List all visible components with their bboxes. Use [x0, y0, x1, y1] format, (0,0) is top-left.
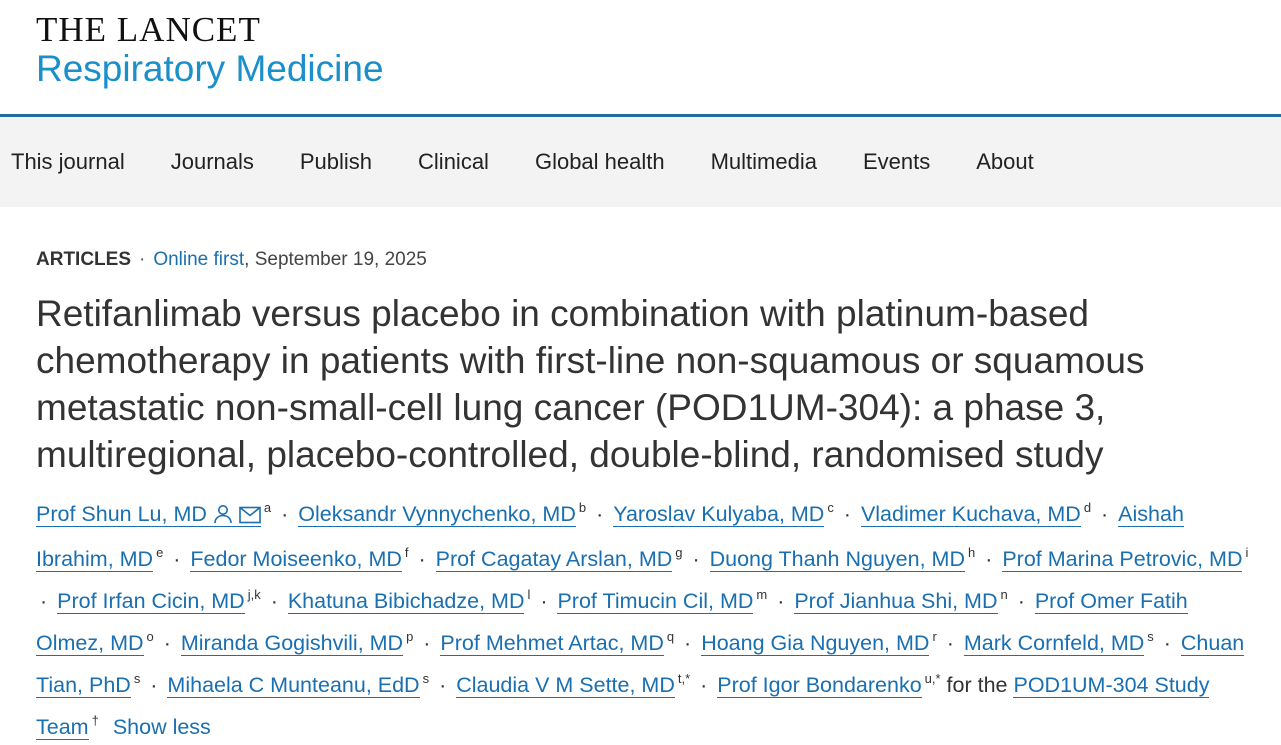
affiliation-marker[interactable]: g: [675, 545, 682, 560]
author-separator: ·: [694, 673, 714, 697]
author-link[interactable]: Khatuna Bibichadze, MD: [287, 589, 525, 614]
author-separator: ·: [1157, 631, 1177, 655]
masthead: THE LANCET Respiratory Medicine: [0, 0, 1281, 117]
affiliation-marker[interactable]: p: [406, 629, 413, 644]
affiliation-marker[interactable]: l: [527, 587, 530, 602]
author-list: Prof Shun Lu, MD a · Oleksandr Vynnychenk…: [36, 490, 1251, 745]
author-link[interactable]: Prof Jianhua Shi, MD: [794, 589, 998, 614]
nav-about[interactable]: About: [965, 149, 1045, 175]
author-separator: ·: [771, 589, 791, 613]
main-nav: This journal Journals Publish Clinical G…: [0, 117, 1281, 207]
author-link[interactable]: Fedor Moiseenko, MD: [190, 547, 402, 572]
author-link[interactable]: Prof Irfan Cicin, MD: [57, 589, 245, 614]
affiliation-marker[interactable]: s: [423, 671, 430, 686]
affiliation-marker[interactable]: b: [579, 500, 586, 515]
affiliation-marker[interactable]: e: [156, 545, 163, 560]
affiliation-marker[interactable]: d: [1084, 500, 1091, 515]
author-link[interactable]: Hoang Gia Nguyen, MD: [701, 631, 930, 656]
nav-events[interactable]: Events: [852, 149, 941, 175]
author-separator: ·: [686, 547, 706, 571]
affiliation-marker[interactable]: h: [968, 545, 975, 560]
journal-brand-name[interactable]: THE LANCET: [36, 10, 261, 50]
author-link[interactable]: Prof Igor Bondarenko: [717, 673, 922, 698]
nav-multimedia[interactable]: Multimedia: [700, 149, 828, 175]
affiliation-marker[interactable]: s: [134, 671, 141, 686]
person-icon[interactable]: [213, 499, 233, 535]
article-title: Retifanlimab versus placebo in combinati…: [36, 293, 1145, 475]
nav-global-health[interactable]: Global health: [524, 149, 676, 175]
author-separator: ·: [412, 547, 432, 571]
author-link[interactable]: Prof Timucin Cil, MD: [557, 589, 754, 614]
nav-publish[interactable]: Publish: [289, 149, 383, 175]
author-separator: ·: [157, 631, 177, 655]
author-link[interactable]: Duong Thanh Nguyen, MD: [709, 547, 965, 572]
author-separator: ·: [144, 673, 164, 697]
nav-clinical[interactable]: Clinical: [407, 149, 500, 175]
publication-date: , September 19, 2025: [244, 249, 427, 270]
affiliation-marker[interactable]: s: [1147, 629, 1154, 644]
affiliation-marker[interactable]: q: [667, 629, 674, 644]
author-separator: ·: [590, 502, 610, 526]
author-link[interactable]: Prof Shun Lu, MD: [36, 502, 261, 527]
author-link[interactable]: Mihaela C Munteanu, EdD: [167, 673, 420, 698]
author-separator: ·: [264, 589, 284, 613]
author-link[interactable]: Claudia V M Sette, MD: [456, 673, 675, 698]
affiliation-marker[interactable]: c: [827, 500, 834, 515]
author-separator: ·: [40, 589, 54, 613]
author-separator: ·: [534, 589, 554, 613]
author-separator: ·: [275, 502, 295, 526]
affiliation-marker[interactable]: j,k: [248, 587, 261, 602]
author-separator: ·: [1095, 502, 1115, 526]
affiliation-marker[interactable]: †: [92, 713, 99, 728]
affiliation-marker[interactable]: i: [1245, 545, 1248, 560]
team-prefix: for the: [940, 673, 1014, 697]
affiliation-marker[interactable]: u,*: [925, 671, 941, 686]
article-type: ARTICLES: [36, 249, 131, 270]
author-link[interactable]: Vladimer Kuchava, MD: [860, 502, 1081, 527]
article-meta: ARTICLES · Online first, September 19, 202…: [36, 249, 427, 271]
meta-separator: ·: [139, 249, 146, 270]
author-separator: ·: [979, 547, 999, 571]
affiliation-marker[interactable]: f: [405, 545, 409, 560]
author-link[interactable]: Prof Mehmet Artac, MD: [440, 631, 664, 656]
email-icon[interactable]: [239, 499, 261, 535]
author-link[interactable]: Yaroslav Kulyaba, MD: [613, 502, 825, 527]
author-link[interactable]: Prof Marina Petrovic, MD: [1002, 547, 1243, 572]
nav-journals[interactable]: Journals: [160, 149, 265, 175]
author-separator: ·: [167, 547, 187, 571]
author-separator: ·: [417, 631, 437, 655]
author-link[interactable]: Prof Cagatay Arslan, MD: [435, 547, 673, 572]
affiliation-marker[interactable]: a: [264, 500, 271, 515]
nav-this-journal[interactable]: This journal: [0, 149, 136, 175]
affiliation-marker[interactable]: t,*: [678, 671, 690, 686]
author-link[interactable]: Oleksandr Vynnychenko, MD: [298, 502, 576, 527]
affiliation-marker[interactable]: r: [932, 629, 936, 644]
author-link[interactable]: Miranda Gogishvili, MD: [180, 631, 404, 656]
author-separator: ·: [837, 502, 857, 526]
show-less-button[interactable]: Show less: [113, 715, 211, 739]
journal-title[interactable]: Respiratory Medicine: [36, 48, 384, 90]
author-link[interactable]: Mark Cornfeld, MD: [963, 631, 1145, 656]
affiliation-marker[interactable]: o: [147, 629, 154, 644]
author-separator: ·: [678, 631, 698, 655]
author-separator: ·: [433, 673, 453, 697]
affiliation-marker[interactable]: m: [756, 587, 767, 602]
affiliation-marker[interactable]: n: [1001, 587, 1008, 602]
author-separator: ·: [940, 631, 960, 655]
author-separator: ·: [1011, 589, 1031, 613]
online-first-link[interactable]: Online first: [153, 249, 244, 270]
